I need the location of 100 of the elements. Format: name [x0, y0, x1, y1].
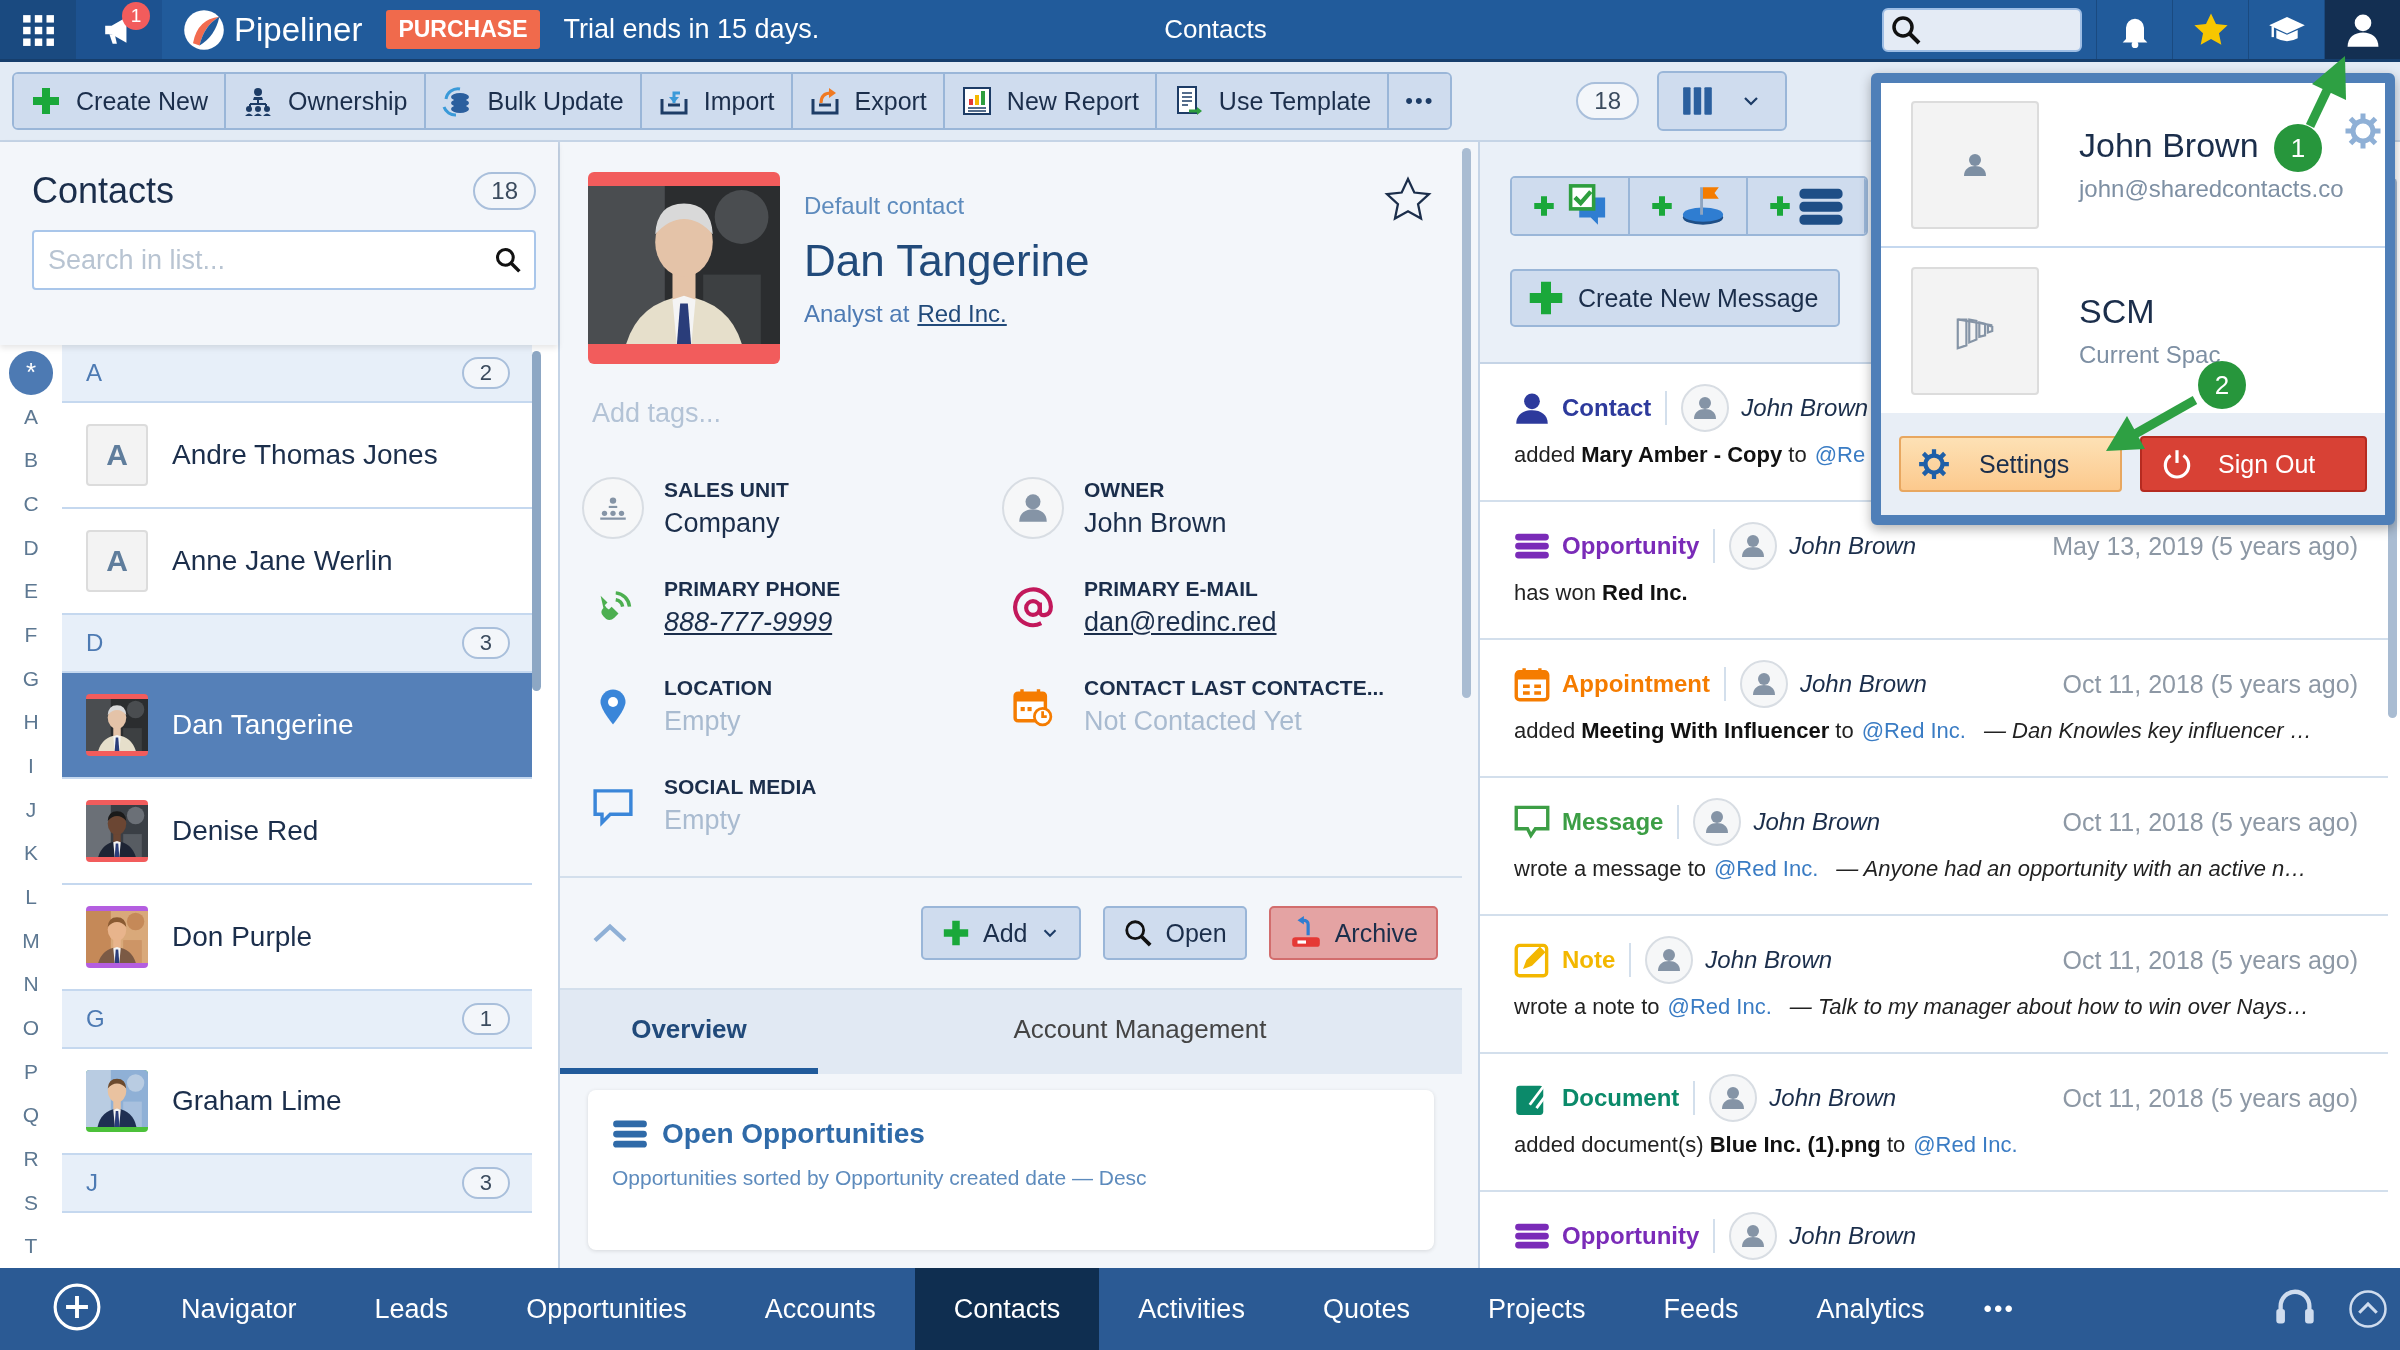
- activity-date: May 13, 2019 (5 years ago): [2052, 531, 2358, 561]
- alphabet-filter[interactable]: O: [9, 1006, 53, 1050]
- toolbar-button[interactable]: Ownership: [226, 74, 426, 128]
- alphabet-filter[interactable]: S: [9, 1180, 53, 1225]
- quick-add-button[interactable]: [1748, 178, 1866, 234]
- alphabet-filter[interactable]: B: [9, 438, 53, 482]
- group-letter: D: [86, 629, 104, 657]
- mention-link[interactable]: @Red Inc.: [1667, 994, 1772, 1020]
- nav-item[interactable]: Navigator: [142, 1268, 336, 1350]
- field-value[interactable]: 888-777-9999: [664, 607, 841, 638]
- alphabet-filter[interactable]: A: [9, 394, 53, 439]
- alphabet-filter[interactable]: I: [9, 744, 53, 788]
- activity-date: Oct 11, 2018 (5 years ago): [2062, 945, 2358, 975]
- alphabet-filter[interactable]: N: [9, 962, 53, 1007]
- plus-icon: [1650, 194, 1674, 218]
- search-icon: [494, 246, 522, 274]
- activity-type[interactable]: Contact: [1562, 394, 1652, 422]
- user-name: John Brown: [2079, 126, 2259, 166]
- group-count: 2: [461, 357, 510, 389]
- plus-icon: [1532, 194, 1556, 218]
- plus-icon: [30, 85, 62, 117]
- contact-type: Default contact: [804, 192, 966, 220]
- action-button[interactable]: Add: [920, 906, 1082, 960]
- alphabet-filter[interactable]: T: [9, 1224, 53, 1268]
- nav-item[interactable]: Feeds: [1624, 1268, 1778, 1350]
- more-button[interactable]: •••: [1389, 74, 1451, 128]
- nav-item[interactable]: Contacts: [914, 1268, 1100, 1350]
- mention-link[interactable]: @Red Inc.: [1861, 718, 1966, 744]
- alphabet-filter[interactable]: F: [9, 613, 53, 657]
- toolbar-button[interactable]: Use Template: [1156, 74, 1390, 128]
- toolbar-button[interactable]: Create New: [14, 74, 226, 128]
- person-icon: [1514, 390, 1550, 426]
- alphabet-filter[interactable]: L: [9, 875, 53, 919]
- activity-note: — Talk to my manager about how to win over Nays…: [1789, 994, 2309, 1020]
- nav-item[interactable]: Opportunities: [487, 1268, 726, 1350]
- mention-link[interactable]: @Red Inc.: [1714, 856, 1819, 882]
- alphabet-filter[interactable]: E: [9, 569, 53, 614]
- tab[interactable]: Account Management: [818, 990, 1462, 1074]
- top-bar-button[interactable]: [2324, 0, 2400, 59]
- search-field[interactable]: Search in list...: [32, 230, 536, 290]
- card-subtitle: Opportunities sorted by Opportunity created date — Desc: [612, 1166, 1148, 1190]
- page-title: Contacts: [1164, 14, 1267, 45]
- sign-out-button[interactable]: Sign Out: [2140, 436, 2367, 493]
- action-button[interactable]: Archive: [1268, 906, 1438, 960]
- scrollbar[interactable]: [532, 351, 541, 691]
- quick-add-button[interactable]: [1512, 178, 1630, 234]
- nav-item[interactable]: Activities: [1099, 1268, 1284, 1350]
- toolbar-button[interactable]: Bulk Update: [425, 74, 642, 128]
- nav-item[interactable]: Leads: [335, 1268, 488, 1350]
- settings-icon: [1917, 447, 1951, 482]
- activity-text: has won Red Inc.: [1514, 580, 1688, 606]
- field-label: OWNER: [1084, 477, 1166, 502]
- tab[interactable]: Overview: [560, 990, 818, 1074]
- settings-button[interactable]: Settings: [1899, 436, 2122, 493]
- alphabet-filter[interactable]: R: [9, 1137, 53, 1181]
- action-button[interactable]: Open: [1103, 906, 1247, 960]
- nav-item[interactable]: Accounts: [725, 1268, 915, 1350]
- search-field[interactable]: [1882, 7, 2082, 52]
- mention-link[interactable]: @Red Inc.: [1913, 1132, 2018, 1158]
- activity-date: Oct 11, 2018 (5 years ago): [2062, 669, 2358, 699]
- nav-item[interactable]: Analytics: [1777, 1268, 1964, 1350]
- alphabet-filter[interactable]: P: [9, 1049, 53, 1094]
- toolbar-button[interactable]: New Report: [944, 74, 1157, 128]
- quick-add-button[interactable]: [1630, 178, 1748, 234]
- calendar-icon: [1514, 666, 1550, 702]
- alphabet-filter[interactable]: M: [9, 918, 53, 963]
- activity-type[interactable]: Document: [1562, 1084, 1680, 1112]
- notification-badge: 1: [122, 2, 150, 30]
- alphabet-filter[interactable]: H: [9, 700, 53, 745]
- group-count: 3: [461, 1167, 510, 1199]
- alphabet-filter[interactable]: J: [9, 787, 53, 832]
- create-message-button[interactable]: Create New Message: [1510, 269, 1841, 327]
- user-name: John Brown: [1753, 808, 1881, 836]
- alphabet-filter[interactable]: C: [9, 482, 53, 526]
- nav-item[interactable]: Projects: [1448, 1268, 1625, 1350]
- contact-name: Anne Jane Werlin: [172, 545, 393, 577]
- contact-row[interactable]: Dan Tangerine: [62, 673, 532, 779]
- alphabet-filter[interactable]: *: [9, 351, 53, 395]
- field-value[interactable]: dan@redinc.red: [1084, 607, 1277, 638]
- activity-type[interactable]: Opportunity: [1562, 1222, 1700, 1250]
- activity-note: — Anyone had an opportunity with an active n…: [1836, 856, 2307, 882]
- activity-type[interactable]: Opportunity: [1562, 532, 1700, 560]
- contact-name: Graham Lime: [172, 1085, 342, 1117]
- toolbar-button[interactable]: Export: [792, 74, 945, 128]
- view-switch-button[interactable]: [1657, 71, 1788, 131]
- plus-icon: [1768, 194, 1792, 218]
- company-link[interactable]: Red Inc.: [917, 300, 1007, 327]
- alphabet-filter[interactable]: Q: [9, 1093, 53, 1138]
- mention-link[interactable]: @Re: [1814, 442, 1866, 468]
- apps-menu-button[interactable]: [0, 0, 76, 59]
- user-name: John Brown: [1769, 1084, 1897, 1112]
- settings-icon: [2343, 111, 2383, 151]
- alphabet-filter[interactable]: K: [9, 831, 53, 876]
- nav-item[interactable]: Quotes: [1283, 1268, 1449, 1350]
- alphabet-filter[interactable]: G: [9, 656, 53, 701]
- toolbar-button[interactable]: Import: [641, 74, 793, 128]
- alphabet-filter[interactable]: D: [9, 525, 53, 570]
- more-button[interactable]: •••: [1983, 1295, 2015, 1323]
- field-value: Company: [664, 507, 781, 539]
- scrollbar[interactable]: [1462, 148, 1471, 698]
